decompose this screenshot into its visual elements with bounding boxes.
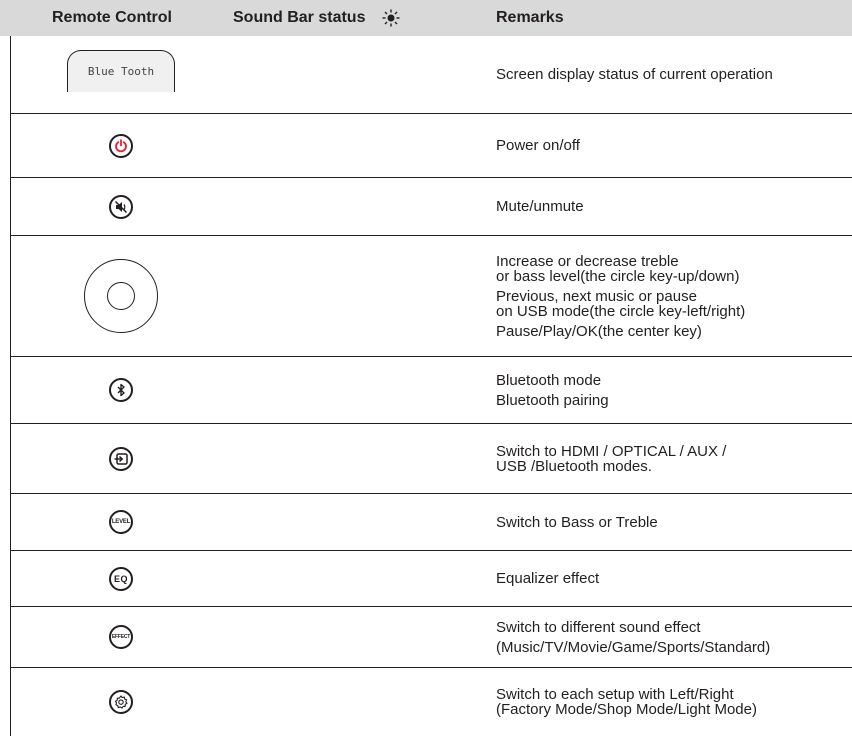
center-key[interactable] <box>107 282 135 310</box>
remark-cell: Equalizer effect <box>496 551 599 606</box>
table-row: Increase or decrease treble or bass leve… <box>10 236 852 357</box>
mute-icon <box>114 200 128 214</box>
header-sound-bar-status: Sound Bar status <box>233 9 366 26</box>
sun-icon <box>382 9 400 32</box>
settings-icon <box>114 695 128 709</box>
eq-icon: EQ <box>113 573 128 584</box>
table-row: Switch to HDMI / OPTICAL / AUX / USB /Bl… <box>10 424 852 494</box>
header-remarks: Remarks <box>496 9 564 26</box>
table-row: EQ Equalizer effect <box>10 551 852 607</box>
remark-line: Bluetooth pairing <box>496 391 609 409</box>
remark-cell: Bluetooth mode Bluetooth pairing <box>496 357 609 423</box>
screen-display: Blue Tooth <box>67 50 175 92</box>
remark-cell: Power on/off <box>496 114 580 177</box>
remark-line: USB /Bluetooth modes. <box>496 457 652 475</box>
input-source-button[interactable] <box>109 446 133 471</box>
bluetooth-icon <box>115 383 127 397</box>
remark-cell: Mute/unmute <box>496 178 584 235</box>
table-row: Bluetooth mode Bluetooth pairing <box>10 357 852 424</box>
table-header: Remote Control Sound Bar status Remarks <box>0 0 852 36</box>
effect-icon: EFFECT <box>111 634 131 640</box>
remark-line: Screen display status of current operati… <box>496 66 773 83</box>
remark-cell: Switch to Bass or Treble <box>496 494 658 550</box>
remark-line: on USB mode(the circle key-left/right) <box>496 302 746 320</box>
remark-cell: Switch to different sound effect (Music/… <box>496 607 770 667</box>
remark-line: (Music/TV/Movie/Game/Sports/Standard) <box>496 638 771 656</box>
remark-line: Switch to different sound effect <box>496 618 701 636</box>
remark-cell: Switch to HDMI / OPTICAL / AUX / USB /Bl… <box>496 424 726 493</box>
power-button[interactable] <box>109 133 133 158</box>
remark-line: Switch to each setup with Left/Right <box>496 686 734 703</box>
input-source-icon <box>114 452 128 466</box>
level-button[interactable]: LEVEL <box>109 510 133 534</box>
remark-line: or bass level(the circle key-up/down) <box>496 267 740 285</box>
table-row: Mute/unmute <box>10 178 852 236</box>
power-icon <box>114 138 128 153</box>
remark-line: Switch to HDMI / OPTICAL / AUX / <box>496 442 727 460</box>
remark-line: Pause/Play/OK(the center key) <box>496 322 702 340</box>
table-row: Power on/off <box>10 114 852 178</box>
remark-line: Increase or decrease treble <box>496 252 679 270</box>
remark-line: Mute/unmute <box>496 198 584 215</box>
remark-line: Equalizer effect <box>496 570 600 587</box>
bluetooth-button[interactable] <box>109 378 133 402</box>
circle-key[interactable] <box>84 259 158 333</box>
table-row: Switch to each setup with Left/Right (Fa… <box>10 668 852 736</box>
mute-button[interactable] <box>109 194 133 219</box>
remark-line: Bluetooth mode <box>496 371 602 389</box>
table-row: Blue Tooth Screen display status of curr… <box>10 36 852 114</box>
remark-line: Switch to Bass or Treble <box>496 513 658 531</box>
table-row: LEVEL Switch to Bass or Treble <box>10 494 852 551</box>
level-icon: LEVEL <box>111 519 131 525</box>
remark-line: (Factory Mode/Shop Mode/Light Mode) <box>496 701 757 718</box>
effect-button[interactable]: EFFECT <box>109 625 133 649</box>
remark-cell: Screen display status of current operati… <box>496 36 773 113</box>
table-row: EFFECT Switch to different sound effect … <box>10 607 852 668</box>
eq-button[interactable]: EQ <box>109 566 133 591</box>
settings-button[interactable] <box>109 690 133 714</box>
display-text: Blue Tooth <box>87 65 155 78</box>
remark-line: Power on/off <box>496 137 580 154</box>
remark-line: Previous, next music or pause <box>496 287 697 305</box>
remark-cell: Switch to each setup with Left/Right (Fa… <box>496 668 757 736</box>
header-remote-control: Remote Control <box>52 9 172 26</box>
remark-cell: Increase or decrease treble or bass leve… <box>496 236 745 356</box>
